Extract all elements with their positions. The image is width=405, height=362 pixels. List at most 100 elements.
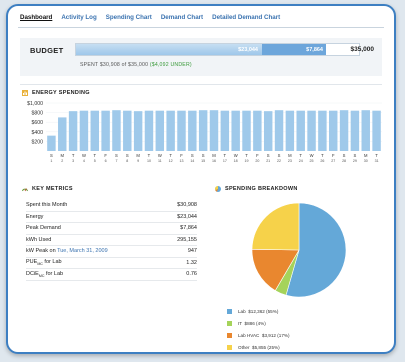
spending-breakdown-title: SPENDING BREAKDOWN: [225, 186, 298, 192]
x-tick-weekday: T: [299, 153, 302, 158]
budget-progress-bar: $23,044 $7,864: [75, 43, 360, 56]
x-tick-weekday: S: [267, 153, 270, 158]
legend-swatch: [227, 309, 232, 314]
spending-bar: [285, 110, 295, 151]
x-tick-day: 30: [364, 159, 368, 163]
x-tick-day: 2: [61, 159, 63, 163]
tab-dashboard[interactable]: Dashboard: [20, 14, 52, 28]
metric-label-text: DCiE: [26, 270, 39, 277]
spending-bar: [47, 135, 56, 151]
spending-bar: [101, 110, 110, 151]
kw-peak-date-link[interactable]: Tue, March 31, 2009: [57, 248, 108, 254]
budget-total: $35,000: [350, 46, 375, 53]
x-tick-weekday: T: [93, 153, 96, 158]
tab-demand-chart[interactable]: Demand Chart: [161, 14, 203, 28]
tab-activity-log[interactable]: Activity Log: [61, 14, 96, 28]
x-tick-day: 14: [190, 159, 194, 163]
x-tick-day: 19: [245, 159, 249, 163]
gauge-icon: [22, 188, 28, 192]
x-tick-day: 28: [342, 159, 346, 163]
metric-label-tail: for Lab: [44, 270, 64, 277]
pie-slice: [251, 202, 300, 251]
x-tick-weekday: F: [332, 153, 335, 158]
legend-swatch: [227, 345, 232, 350]
x-tick-day: 4: [83, 159, 85, 163]
spending-bar: [220, 110, 230, 151]
energy-spending-chart: $1,000$800$600$400$200S1M2T3W4T5F6S7S8M9…: [27, 101, 382, 163]
legend-label: Lab HVAC $3,912 (17%): [238, 333, 290, 338]
tab-detailed-demand-chart[interactable]: Detailed Demand Chart: [212, 14, 280, 28]
spending-bar: [361, 110, 370, 151]
x-tick-day: 5: [94, 159, 96, 163]
legend-item-other: Other $5,855 (25%): [227, 345, 280, 350]
x-tick-weekday: S: [354, 153, 357, 158]
x-tick-weekday: M: [61, 153, 65, 158]
metric-label: Energy: [26, 213, 44, 220]
x-tick-day: 27: [331, 159, 335, 163]
legend-label: Other $5,855 (25%): [238, 345, 280, 350]
spending-bar: [231, 110, 240, 151]
energy-spending-header: ENERGY SPENDING: [22, 90, 90, 96]
x-tick-weekday: T: [321, 153, 324, 158]
budget-panel: BUDGET $23,044 $7,864 $35,000 SPENT $30,…: [20, 38, 382, 76]
spending-bar: [112, 110, 121, 151]
x-tick-day: 15: [201, 159, 205, 163]
spending-bar: [123, 110, 132, 151]
metric-value: $30,908: [177, 202, 197, 209]
tab-spending-chart[interactable]: Spending Chart: [106, 14, 152, 28]
x-tick-weekday: W: [234, 153, 238, 158]
spending-bar: [263, 111, 273, 151]
spending-bar: [58, 117, 67, 151]
spending-bar: [274, 110, 284, 151]
spending-bar: [242, 110, 251, 151]
x-tick-weekday: T: [245, 153, 248, 158]
spending-bar: [307, 110, 316, 151]
budget-under-text: ($4,092 UNDER): [149, 62, 192, 68]
x-tick-day: 8: [126, 159, 128, 163]
spending-bar: [177, 110, 186, 151]
budget-spent-text: SPENT $30,908 of $35,000: [80, 62, 149, 68]
x-tick-weekday: S: [50, 153, 53, 158]
spending-bar: [296, 110, 305, 151]
x-tick-weekday: W: [310, 153, 314, 158]
legend-label: IT $886 (4%): [238, 321, 266, 326]
metric-label: kWh Used: [26, 236, 52, 243]
y-tick-label: $1,000: [27, 101, 43, 107]
budget-spent-summary: SPENT $30,908 of $35,000 ($4,092 UNDER): [80, 62, 192, 68]
bar-chart-icon: [22, 90, 28, 96]
x-tick-day: 6: [105, 159, 107, 163]
x-tick-weekday: M: [212, 153, 216, 158]
key-metrics-panel: KEY METRICS Spent this Month $30,908 Ene…: [20, 178, 205, 281]
x-tick-weekday: M: [288, 153, 292, 158]
metric-label-tail: for Lab: [42, 259, 62, 266]
metric-label: kW Peak on Tue, March 31, 2009: [26, 248, 108, 254]
x-tick-weekday: M: [364, 153, 368, 158]
budget-peak-fill: $7,864: [262, 44, 326, 55]
metric-value: 295,155: [177, 236, 197, 243]
x-tick-weekday: S: [278, 153, 281, 158]
metric-label: Spent this Month: [26, 202, 68, 209]
x-tick-day: 31: [375, 159, 379, 163]
y-tick-label: $200: [31, 139, 43, 145]
dashboard-window: Dashboard Activity Log Spending Chart De…: [6, 4, 396, 354]
x-tick-weekday: S: [202, 153, 205, 158]
x-tick-day: 1: [50, 159, 52, 163]
x-tick-day: 18: [234, 159, 238, 163]
x-tick-weekday: S: [191, 153, 194, 158]
x-tick-day: 21: [266, 159, 270, 163]
energy-spending-title: ENERGY SPENDING: [32, 90, 90, 96]
x-tick-day: 29: [353, 159, 357, 163]
metric-value: 1.32: [186, 259, 197, 266]
y-tick-label: $400: [31, 130, 43, 136]
spending-bar: [155, 110, 165, 151]
metric-row-kwh-used: kWh Used 295,155: [26, 235, 197, 246]
tab-bar: Dashboard Activity Log Spending Chart De…: [20, 14, 384, 28]
x-tick-day: 3: [72, 159, 74, 163]
metric-value: 0.76: [186, 271, 197, 278]
legend-swatch: [227, 333, 232, 338]
metric-value: $23,044: [177, 213, 197, 220]
legend-item-lab-hvac: Lab HVAC $3,912 (17%): [227, 333, 290, 338]
spending-bar: [253, 110, 262, 151]
x-tick-day: 25: [310, 159, 314, 163]
x-tick-weekday: T: [375, 153, 378, 158]
